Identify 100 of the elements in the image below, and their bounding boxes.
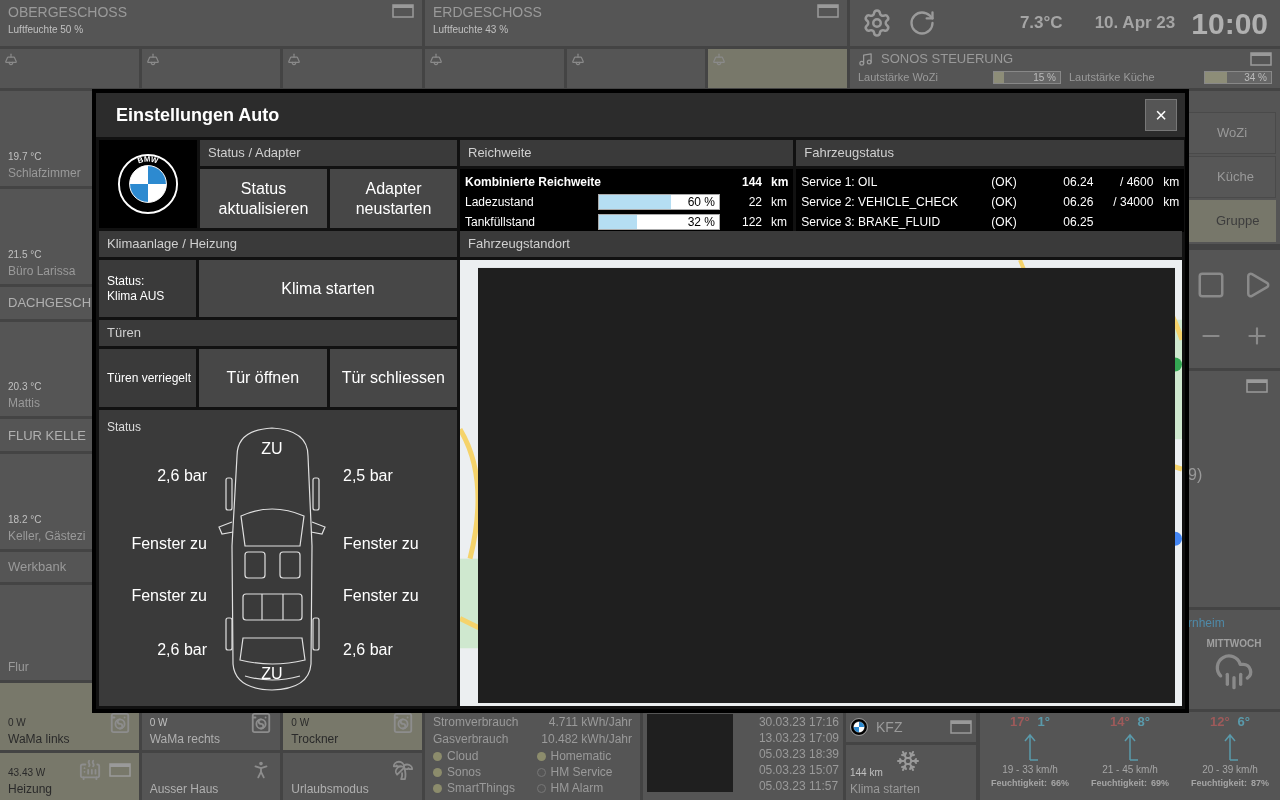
section-title: Fahrzeugstandort [468, 235, 570, 254]
log-timestamp: 05.03.23 15:07 [758, 762, 839, 778]
volume-slider[interactable]: 15 % [993, 71, 1061, 84]
room-button[interactable]: Gruppe [1188, 200, 1276, 242]
service-unit: km [1163, 174, 1180, 191]
device-name: Heizung [8, 781, 53, 798]
service-distance: / 4600 [1118, 174, 1154, 191]
energy-value: 10.482 kWh/Jahr [541, 731, 632, 748]
humidity-text: Luftfeuchte 43 % [433, 22, 510, 37]
service-date: 06.24 [1063, 174, 1095, 191]
action-button[interactable]: Tür öffnen [199, 349, 327, 407]
volume-reading: 34 % [1244, 72, 1267, 83]
high-temperature: 12° [1209, 713, 1230, 731]
action-button[interactable]: Klima starten [199, 260, 457, 317]
room-tile[interactable]: Flur [0, 585, 92, 680]
info-text: 9) [1188, 465, 1203, 485]
service-name: Service 3: BRAKE_FLUID [801, 214, 942, 231]
device-tile[interactable]: 43.43 W Heizung [0, 753, 139, 800]
window-status: Fenster zu [343, 534, 419, 552]
kfz-tile[interactable]: 144 km Klima starten [846, 745, 976, 800]
volume-label: Lautstärke Küche [1069, 70, 1155, 86]
power-reading: 0 W [8, 716, 27, 730]
device-tile[interactable]: Urlaubsmodus [283, 753, 422, 800]
volume-reading: 15 % [1033, 72, 1056, 83]
service-name: HM Alarm [550, 780, 604, 796]
energy-label: Stromverbrauch [433, 714, 519, 731]
device-name: Urlaubsmodus [291, 781, 369, 798]
action-button[interactable]: Status aktualisieren [200, 169, 327, 228]
service-name: SmartThings [447, 780, 516, 796]
log-timestamp: 13.03.23 17:09 [758, 730, 839, 746]
service-distance: / 34000 [1112, 194, 1154, 211]
service-unit: km [1163, 194, 1180, 211]
humidity-value: 66% [1051, 776, 1069, 790]
panel-title: KFZ [876, 717, 903, 737]
hood-status: ZU [261, 440, 283, 458]
service-date: 06.25 [1063, 214, 1095, 231]
service-status: (OK) [991, 194, 1018, 211]
service-name: Service 1: OIL [801, 174, 879, 191]
clock-time: 10:00 [1191, 5, 1268, 42]
trunk-status: ZU [261, 664, 283, 684]
room-name: Werkbank [8, 558, 67, 577]
room-tile[interactable]: 18.2 °C Keller, Gästezi [0, 454, 92, 550]
action-button[interactable]: Tür schliessen [329, 349, 457, 407]
section-title: FLUR KELLE [8, 426, 87, 445]
range-unit: km [771, 174, 789, 191]
humidity-label: Feuchtigkeit: [1191, 776, 1247, 790]
room-name: Büro Larissa [8, 262, 77, 280]
volume-label: Lautstärke WoZi [858, 70, 938, 86]
device-name: Trockner [291, 731, 339, 748]
temperature-text: 20.3 °C [8, 380, 43, 395]
low-temperature: 8° [1137, 713, 1151, 731]
service-name: Sonos [447, 764, 482, 780]
close-button[interactable]: × [1145, 99, 1177, 131]
section-title: Reichweite [468, 144, 532, 163]
range-label: Tankfüllstand [465, 214, 537, 231]
weekday-text: MITTWOCH [1206, 637, 1262, 651]
window-status: Fenster zu [131, 586, 207, 604]
tire-pressure: 2,6 bar [157, 640, 207, 658]
room-tile[interactable]: Werkbank [0, 552, 92, 583]
service-name: Service 2: VEHICLE_CHECK [801, 194, 960, 211]
temperature-text: 18.2 °C [8, 513, 43, 528]
device-name: WaMa links [8, 731, 70, 748]
high-temperature: 14° [1109, 713, 1130, 731]
room-tile[interactable]: 21.5 °C Büro Larissa [0, 188, 92, 284]
device-name: WaMa rechts [149, 731, 220, 748]
energy-value: 4.711 kWh/Jahr [548, 714, 632, 731]
outdoor-temperature: 7.3°C [1019, 12, 1063, 35]
location-text: rnheim [1188, 615, 1225, 632]
dialog-title: Einstellungen Auto [116, 103, 280, 127]
power-reading: 0 W [149, 716, 169, 730]
floor-title: ERDGESCHOSS [433, 4, 542, 22]
power-reading: 0 W [291, 716, 311, 730]
humidity-label: Feuchtigkeit: [991, 776, 1047, 790]
room-name: Mattis [8, 395, 41, 413]
service-status: (OK) [991, 174, 1018, 191]
action-button[interactable]: Adapter neustarten [330, 169, 457, 228]
section-title: Klimaanlage / Heizung [107, 235, 238, 254]
log-timestamp: 05.03.23 11:57 [758, 778, 839, 794]
status-text: Türen verriegelt [107, 370, 192, 387]
service-status: (OK) [991, 214, 1018, 231]
room-tile[interactable]: 19.7 °C Schlafzimmer [0, 91, 92, 186]
device-tile[interactable]: Ausser Haus [141, 753, 281, 800]
volume-slider[interactable]: 34 % [1204, 71, 1272, 84]
room-button[interactable]: Küche [1188, 156, 1276, 198]
range-unit: km [771, 194, 787, 211]
humidity-value: 69% [1151, 776, 1169, 790]
level-reading: 32 % [687, 215, 715, 229]
panel-title: SONOS STEUERUNG [881, 50, 1014, 69]
section-title: DACHGESCH [8, 293, 92, 312]
room-button[interactable]: WoZi [1188, 112, 1276, 154]
window-status: Fenster zu [131, 534, 207, 552]
room-tile[interactable]: 20.3 °C Mattis [0, 321, 92, 417]
floor-title: OBERGESCHOSS [8, 4, 128, 22]
section-title: Fahrzeugstatus [804, 144, 894, 163]
low-temperature: 6° [1237, 713, 1251, 731]
service-name: HM Service [550, 764, 613, 780]
energy-label: Gasverbrauch [433, 731, 509, 748]
service-date: 06.26 [1063, 194, 1095, 211]
service-name: Cloud [447, 748, 479, 764]
humidity-value: 87% [1251, 776, 1269, 790]
